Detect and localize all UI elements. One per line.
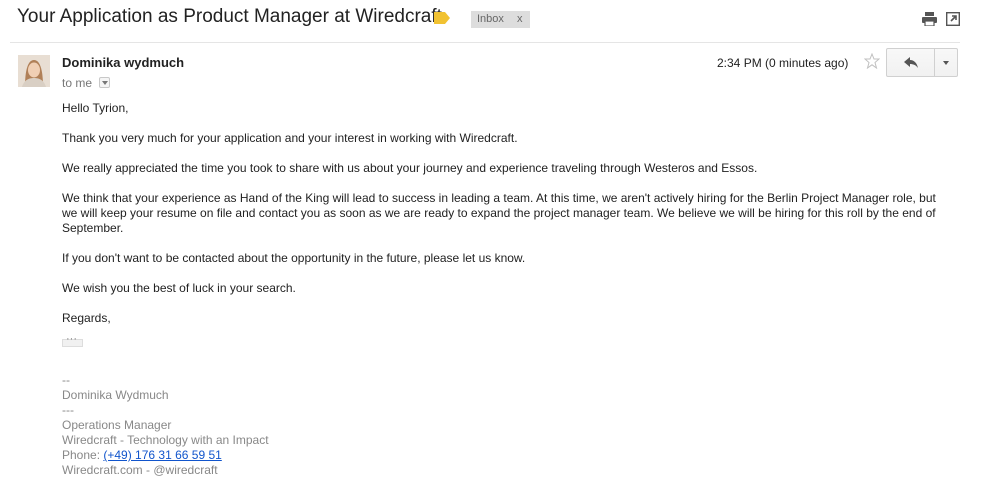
phone-label: Phone:: [62, 448, 104, 462]
sender-name[interactable]: Dominika wydmuch: [62, 55, 184, 70]
signature-name: Dominika Wydmuch: [62, 388, 169, 402]
signature-separator: --: [62, 373, 70, 387]
reply-button[interactable]: [887, 49, 934, 76]
signature-company: Wiredcraft - Technology with an Impact: [62, 433, 269, 447]
body-closing: Regards,: [62, 311, 111, 325]
phone-link[interactable]: (+49) 176 31 66 59 51: [103, 448, 221, 462]
signature-separator-2: ---: [62, 403, 74, 417]
subject-row: Your Application as Product Manager at W…: [0, 0, 994, 42]
body-paragraph-2: We really appreciated the time you took …: [62, 161, 758, 175]
show-trimmed-content-button[interactable]: [62, 333, 83, 347]
recipient-summary: to me: [62, 76, 93, 90]
remove-label-button[interactable]: x: [517, 11, 523, 28]
show-details-button[interactable]: [99, 77, 110, 88]
avatar-image: [18, 55, 50, 87]
message-timestamp: 2:34 PM (0 minutes ago): [717, 56, 849, 70]
new-window-icon[interactable]: [946, 12, 960, 26]
body-greeting: Hello Tyrion,: [62, 101, 129, 115]
print-icon[interactable]: [922, 12, 937, 26]
body-paragraph-4: If you don't want to be contacted about …: [62, 251, 526, 265]
label-tag-icon[interactable]: [434, 12, 450, 24]
signature-title: Operations Manager: [62, 418, 172, 432]
reply-button-group: [886, 48, 958, 77]
reply-icon: [904, 57, 918, 68]
signature-phone-line: Phone: (+49) 176 31 66 59 51: [62, 448, 222, 463]
star-icon[interactable]: [864, 53, 880, 69]
signature-web: Wiredcraft.com - @wiredcraft: [62, 463, 218, 477]
body-paragraph-5: We wish you the best of luck in your sea…: [62, 281, 296, 295]
more-actions-button[interactable]: [935, 49, 957, 76]
body-paragraph-3: We think that your experience as Hand of…: [62, 191, 936, 235]
header-divider: [10, 42, 960, 43]
inbox-label-chip[interactable]: Inbox x: [471, 11, 530, 28]
inbox-label-text: Inbox: [477, 13, 504, 25]
email-subject: Your Application as Product Manager at W…: [17, 6, 442, 27]
body-paragraph-1: Thank you very much for your application…: [62, 131, 518, 145]
avatar[interactable]: [18, 55, 50, 87]
